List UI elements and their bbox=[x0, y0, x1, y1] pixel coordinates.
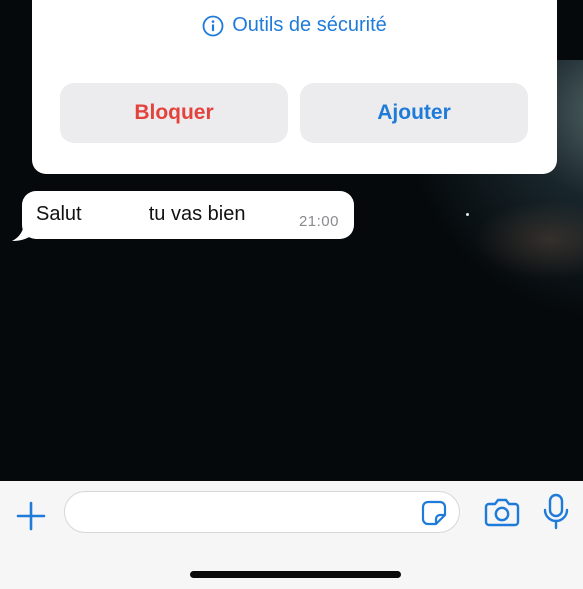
wallpaper-glow-secondary bbox=[473, 200, 583, 280]
wallpaper-star bbox=[466, 213, 469, 216]
sticker-icon[interactable] bbox=[421, 500, 447, 526]
redacted-name bbox=[87, 204, 144, 225]
chat-screen: Outils de sécurité Bloquer Ajouter Salut… bbox=[0, 0, 583, 589]
incoming-message-bubble[interactable]: Salut tu vas bien 21:00 bbox=[22, 191, 354, 239]
microphone-icon[interactable] bbox=[542, 493, 570, 531]
message-text-start: Salut bbox=[36, 203, 82, 225]
message-input[interactable] bbox=[79, 492, 413, 534]
safety-tools-label: Outils de sécurité bbox=[232, 14, 387, 36]
camera-icon[interactable] bbox=[484, 495, 520, 529]
add-contact-button[interactable]: Ajouter bbox=[300, 83, 528, 143]
message-text: Salut tu vas bien bbox=[36, 203, 245, 226]
info-icon bbox=[202, 15, 224, 37]
composer-bar bbox=[0, 481, 583, 589]
block-button[interactable]: Bloquer bbox=[60, 83, 288, 143]
safety-tools-link[interactable]: Outils de sécurité bbox=[32, 14, 557, 37]
unknown-contact-card: Outils de sécurité Bloquer Ajouter bbox=[32, 0, 557, 174]
message-text-end: tu vas bien bbox=[148, 203, 246, 225]
message-timestamp: 21:00 bbox=[298, 213, 339, 230]
home-indicator bbox=[190, 571, 401, 578]
message-input-field[interactable] bbox=[64, 491, 460, 534]
plus-icon[interactable] bbox=[14, 499, 48, 533]
